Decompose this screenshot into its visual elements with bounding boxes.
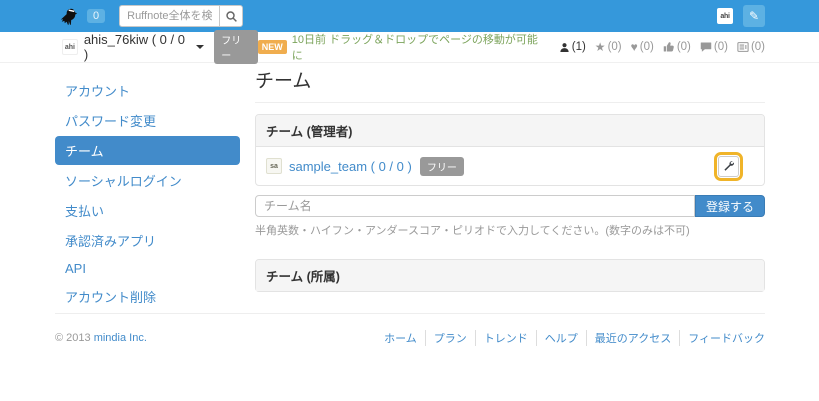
star-icon: ★ [595,41,606,53]
account-name: ahis_76kiw ( 0 / 0 ) [84,32,191,62]
new-badge: NEW [258,40,287,54]
sidebar-item-delete-account[interactable]: アカウント削除 [55,282,240,311]
admin-teams-body: sa sample_team ( 0 / 0 ) フリー [256,147,764,185]
sidebar-item-password[interactable]: パスワード変更 [55,106,240,135]
footer-divider [55,313,765,314]
list-icon [737,41,751,53]
account-dropdown[interactable]: ahis_76kiw ( 0 / 0 ) [84,32,204,62]
pages-count[interactable]: (0) [737,41,765,53]
footer-link-feedback[interactable]: フィードバック [688,333,765,345]
admin-teams-header: チーム (管理者) [256,115,764,147]
member-teams-header: チーム (所属) [256,260,764,291]
wrench-icon [723,160,735,172]
create-team-form: 登録する [255,195,765,217]
user-avatar[interactable]: ahi [717,8,733,24]
title-divider [255,102,765,103]
heart-icon: ♥ [631,41,638,53]
footer-link-recent-access[interactable]: 最近のアクセス [595,333,671,345]
footer-link-help[interactable]: ヘルプ [545,333,578,345]
sidebar-item-payment[interactable]: 支払い [55,196,240,225]
register-button[interactable]: 登録する [695,195,765,217]
team-plan-badge: フリー [420,157,464,176]
caret-down-icon [196,45,204,49]
search-input[interactable] [119,5,219,27]
bird-logo[interactable] [58,6,79,27]
page-title: チーム [255,66,765,93]
likes-count[interactable]: ♥ (0) [631,41,654,53]
page: 0 ahi ✎ ahi ahis_76kiw ( 0 / 0 ) フリー N [0,0,819,401]
main-content: チーム チーム (管理者) sa sample_team ( 0 / 0 ) フ… [255,66,765,292]
team-name-help: 半角英数・ハイフン・アンダースコア・ピリオドで入力してください。(数字のみは不可… [255,222,765,238]
user-icon [559,42,572,53]
team-link[interactable]: sample_team ( 0 / 0 ) [289,159,412,174]
global-search [119,5,243,27]
thumbs-up-count[interactable]: (0) [663,41,691,53]
member-teams-panel: チーム (所属) [255,259,765,292]
notification-badge[interactable]: 0 [87,9,105,23]
footer: © 2013 mindia Inc. ホーム プラン トレンド ヘルプ 最近のア… [55,330,765,346]
stars-count[interactable]: ★ (0) [595,41,622,53]
comment-icon [700,41,714,53]
team-settings-button[interactable] [718,156,739,177]
sidebar-item-authorized-apps[interactable]: 承認済みアプリ [55,226,240,255]
news-link[interactable]: 10日前 ドラッグ＆ドロップでページの移動が可能に [292,31,542,63]
sidebar-item-account[interactable]: アカウント [55,76,240,105]
new-page-button[interactable]: ✎ [743,5,765,27]
team-avatar: sa [266,158,282,174]
topbar: 0 ahi ✎ [0,0,819,32]
annotation-highlight [714,152,743,181]
members-count[interactable]: (1) [559,41,586,53]
thumbs-up-icon [663,41,677,53]
sidebar-item-social-login[interactable]: ソーシャルログイン [55,166,240,195]
footer-link-plan[interactable]: プラン [434,333,467,345]
sidebar-item-team[interactable]: チーム [55,136,240,165]
admin-teams-panel: チーム (管理者) sa sample_team ( 0 / 0 ) フリー [255,114,765,186]
team-row: sa sample_team ( 0 / 0 ) フリー [266,153,754,179]
userbar-right: NEW 10日前 ドラッグ＆ドロップでページの移動が可能に (1) ★ (0) [258,31,765,63]
magnifier-icon [225,10,238,23]
sidebar-item-api[interactable]: API [55,256,240,281]
copyright: © 2013 mindia Inc. [55,332,147,344]
account-subheader: ahi ahis_76kiw ( 0 / 0 ) フリー NEW 10日前 ドラ… [0,32,819,63]
stats: (1) ★ (0) ♥ (0) (0 [550,41,765,53]
plan-badge: フリー [214,30,258,64]
search-button[interactable] [219,5,243,27]
comments-count[interactable]: (0) [700,41,728,53]
bird-icon [58,6,79,27]
account-avatar: ahi [62,39,78,55]
team-name-input[interactable] [255,195,695,217]
company-link[interactable]: mindia Inc. [94,332,147,344]
settings-sidebar: アカウント パスワード変更 チーム ソーシャルログイン 支払い 承認済みアプリ … [55,76,240,312]
footer-link-trend[interactable]: トレンド [484,333,528,345]
footer-link-home[interactable]: ホーム [384,333,417,345]
footer-links: ホーム プラン トレンド ヘルプ 最近のアクセス フィードバック [376,330,765,346]
pencil-icon: ✎ [749,9,759,23]
